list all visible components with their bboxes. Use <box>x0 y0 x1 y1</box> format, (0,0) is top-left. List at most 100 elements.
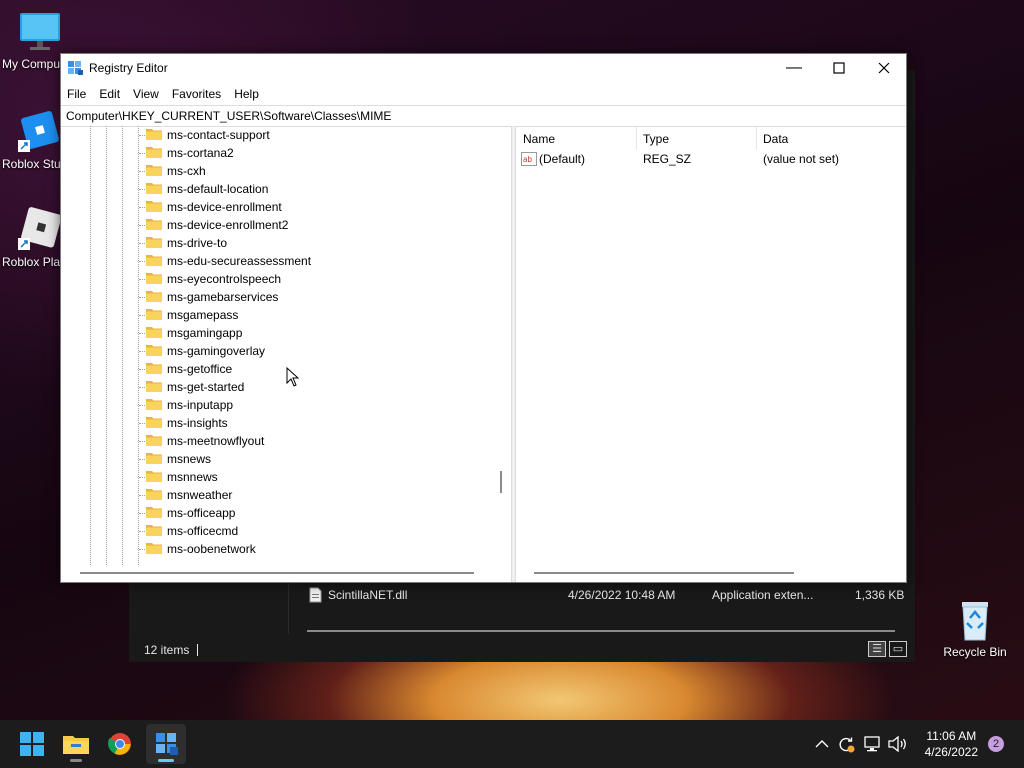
tree-connector <box>139 351 145 352</box>
folder-icon <box>146 345 162 356</box>
taskbar-chrome[interactable] <box>100 724 140 764</box>
tree-connector <box>139 369 145 370</box>
start-icon <box>20 732 44 756</box>
roblox-studio-icon <box>16 106 64 154</box>
file-row[interactable]: ScintillaNET.dll 4/26/2022 10:48 AM Appl… <box>309 586 909 604</box>
address-path[interactable]: Computer\HKEY_CURRENT_USER\Software\Clas… <box>66 109 391 123</box>
folder-icon <box>146 489 162 500</box>
tree-item-label: msnews <box>167 452 212 466</box>
details-view-icon[interactable]: ☰ <box>868 641 886 657</box>
chrome-icon <box>108 733 131 755</box>
tree-horizontal-scrollbar[interactable] <box>80 572 474 574</box>
status-separator <box>197 644 198 656</box>
folder-icon <box>146 183 162 194</box>
taskbar: 11:06 AM 4/26/2022 2 <box>0 720 1024 768</box>
file-date: 4/26/2022 10:48 AM <box>568 588 676 602</box>
tree-connector <box>139 297 145 298</box>
tree-item-label: ms-default-location <box>167 182 269 196</box>
tree-connector <box>139 405 145 406</box>
registry-editor-window[interactable]: Registry Editor — File Edit View Favorites H… <box>60 53 907 583</box>
folder-icon <box>146 147 162 158</box>
menu-edit[interactable]: Edit <box>99 84 120 101</box>
tree-connector <box>139 513 145 514</box>
column-header-type-label: Type <box>643 132 670 146</box>
registry-tree-pane[interactable]: ms-contact-support ms-cortana2 ms-cxh ms-de… <box>62 126 511 578</box>
tree-item-label: msnnews <box>167 470 218 484</box>
tree-item-label: msnweather <box>167 488 233 502</box>
tree-connector <box>139 171 145 172</box>
file-size: 1,336 KB <box>855 588 905 602</box>
folder-icon <box>146 201 162 212</box>
folder-icon <box>146 219 162 230</box>
tree-item-label: ms-get-started <box>167 380 245 394</box>
explorer-status-item-count: 12 items <box>144 643 190 657</box>
taskbar-file-explorer[interactable] <box>56 724 96 764</box>
folder-icon <box>146 255 162 266</box>
tree-connector <box>139 243 145 244</box>
address-bar[interactable]: Computer\HKEY_CURRENT_USER\Software\Clas… <box>61 105 906 127</box>
column-header-type[interactable]: Type <box>636 126 756 150</box>
desktop-icon-recycle-bin[interactable]: Recycle Bin <box>935 598 1015 659</box>
tree-connector <box>139 423 145 424</box>
folder-icon <box>146 327 162 338</box>
file-name: ScintillaNET.dll <box>328 588 408 602</box>
chevron-up-icon[interactable] <box>815 739 829 749</box>
tree-connector <box>139 459 145 460</box>
tree-item-label: ms-cxh <box>167 164 206 178</box>
notification-badge[interactable]: 2 <box>988 736 1004 752</box>
close-icon <box>878 62 890 74</box>
maximize-button[interactable] <box>816 54 862 84</box>
title-bar[interactable]: Registry Editor — <box>61 54 906 84</box>
clock[interactable]: 11:06 AM 4/26/2022 <box>925 728 978 760</box>
column-header-data[interactable]: Data <box>756 126 906 150</box>
dll-file-icon <box>309 587 322 603</box>
tree-connector <box>139 279 145 280</box>
value-name: (Default) <box>539 152 586 166</box>
folder-icon <box>146 399 162 410</box>
tree-connector <box>139 261 145 262</box>
minimize-button[interactable]: — <box>771 54 817 84</box>
tree-item-label: ms-gamingoverlay <box>167 344 266 358</box>
tree-connector <box>139 153 145 154</box>
menu-help[interactable]: Help <box>234 84 259 101</box>
tree-item-label: ms-eyecontrolspeech <box>167 272 282 286</box>
start-button[interactable] <box>12 724 52 764</box>
tree-connector <box>139 315 145 316</box>
tree-item-label: msgamingapp <box>167 326 243 340</box>
folder-icon <box>146 363 162 374</box>
menu-favorites[interactable]: Favorites <box>172 84 221 101</box>
menu-view[interactable]: View <box>133 84 159 101</box>
clock-date: 4/26/2022 <box>924 745 978 759</box>
update-sync-icon[interactable] <box>837 735 855 753</box>
tree-vertical-scrollbar[interactable] <box>500 471 502 493</box>
folder-icon <box>146 543 162 554</box>
tree-connector <box>139 495 145 496</box>
folder-icon <box>146 471 162 482</box>
column-header-name[interactable]: Name <box>516 126 636 150</box>
values-list-pane[interactable]: Name Type Data ab (Default) REG_SZ (valu… <box>516 126 906 582</box>
value-row[interactable]: ab (Default) REG_SZ (value not set) <box>516 150 906 170</box>
folder-icon <box>146 381 162 392</box>
folder-icon <box>146 165 162 176</box>
tree-connector <box>139 135 145 136</box>
volume-icon[interactable] <box>888 736 908 752</box>
taskbar-regedit[interactable] <box>146 724 186 764</box>
tree-connector <box>139 189 145 190</box>
tree-item-label: ms-inputapp <box>167 398 234 412</box>
file-type: Application exten... <box>712 588 814 602</box>
close-button[interactable] <box>861 54 907 84</box>
folder-icon <box>146 237 162 248</box>
values-horizontal-scrollbar[interactable] <box>534 572 794 574</box>
value-data: (value not set) <box>763 152 840 166</box>
menu-file[interactable]: File <box>67 84 86 101</box>
folder-icon <box>146 273 162 284</box>
folder-icon <box>146 453 162 464</box>
folder-icon <box>146 417 162 428</box>
folder-icon <box>146 291 162 302</box>
explorer-horizontal-scrollbar[interactable] <box>307 630 895 632</box>
tree-item-label: ms-insights <box>167 416 228 430</box>
tree-item-label: msgamepass <box>167 308 239 322</box>
tree-connector <box>139 531 145 532</box>
large-icons-view-icon[interactable]: ▭ <box>889 641 907 657</box>
network-icon[interactable] <box>864 736 882 752</box>
